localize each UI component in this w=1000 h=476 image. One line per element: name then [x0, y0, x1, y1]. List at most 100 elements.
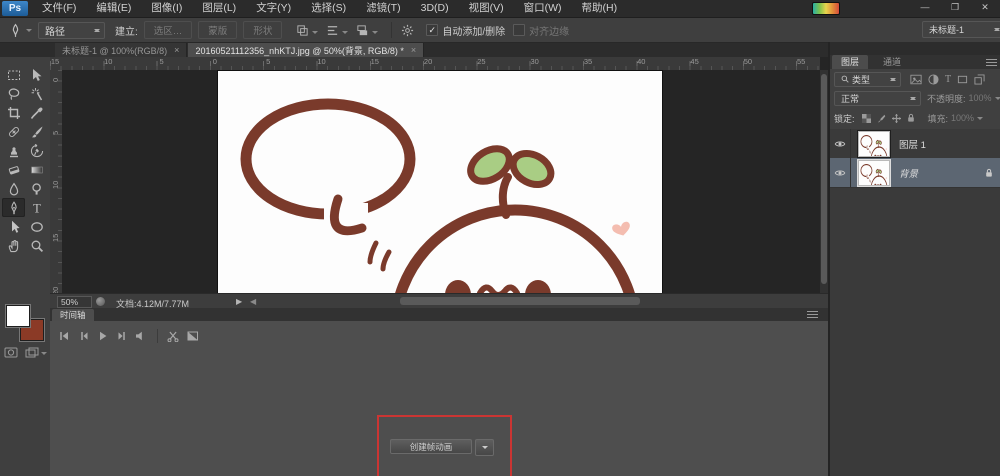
- close-button[interactable]: ✕: [970, 0, 1000, 15]
- lock-transparency-icon[interactable]: [862, 114, 871, 123]
- visibility-eye-icon[interactable]: [830, 129, 851, 158]
- magic-wand-tool[interactable]: [25, 84, 48, 103]
- quick-mask-icon[interactable]: [4, 347, 18, 358]
- filter-adjustment-layers-icon[interactable]: [928, 74, 939, 85]
- audio-button[interactable]: [134, 330, 146, 342]
- zoom-level-field[interactable]: 50%: [57, 296, 92, 308]
- clone-stamp-tool[interactable]: [2, 141, 25, 160]
- foreground-color-swatch[interactable]: [6, 305, 30, 327]
- opacity-value[interactable]: 100%: [969, 93, 992, 103]
- first-frame-button[interactable]: [58, 330, 70, 342]
- lasso-tool[interactable]: [2, 84, 25, 103]
- filter-pixel-layers-icon[interactable]: [910, 74, 922, 85]
- align-edges-option[interactable]: 对齐边缘: [513, 23, 569, 38]
- tab-channels[interactable]: 通道: [874, 55, 910, 69]
- tool-preset-select[interactable]: 路径: [38, 22, 105, 39]
- colorful-plugin-badge[interactable]: [812, 2, 840, 15]
- spot-healing-brush-tool[interactable]: [2, 122, 25, 141]
- type-icon: T: [30, 201, 44, 215]
- path-alignment-icon[interactable]: [326, 24, 348, 37]
- transition-button[interactable]: [186, 330, 199, 342]
- gradient-tool[interactable]: [25, 160, 48, 179]
- layer-thumbnail[interactable]: [858, 160, 890, 186]
- menu-item-5[interactable]: 选择(S): [301, 0, 356, 17]
- fill-value[interactable]: 100%: [951, 113, 974, 123]
- path-operations-icon[interactable]: [296, 24, 318, 37]
- menu-item-2[interactable]: 图像(I): [141, 0, 192, 17]
- visibility-eye-icon[interactable]: [830, 158, 851, 187]
- filter-smart-object-icon[interactable]: [974, 74, 985, 85]
- close-icon[interactable]: ×: [174, 45, 179, 55]
- menu-item-8[interactable]: 视图(V): [459, 0, 514, 17]
- menu-item-9[interactable]: 窗口(W): [514, 0, 572, 17]
- lock-position-icon[interactable]: [892, 114, 901, 123]
- crop-tool[interactable]: [2, 103, 25, 122]
- previous-frame-button[interactable]: [77, 330, 89, 342]
- menu-item-7[interactable]: 3D(D): [411, 0, 459, 17]
- vertical-scrollbar[interactable]: [820, 70, 828, 293]
- minimize-button[interactable]: —: [910, 0, 940, 15]
- make-selection-button[interactable]: 选区…: [144, 21, 193, 39]
- next-frame-button[interactable]: [115, 330, 127, 342]
- type-tool[interactable]: T: [25, 198, 48, 217]
- screen-mode-icon[interactable]: [25, 347, 47, 358]
- eraser-tool[interactable]: [2, 160, 25, 179]
- workspace-value: 未标题-1: [929, 23, 964, 36]
- menu-item-6[interactable]: 滤镜(T): [356, 0, 410, 17]
- horizontal-scrollbar-thumb[interactable]: [400, 297, 640, 305]
- brush-tool[interactable]: [25, 122, 48, 141]
- layer-row-layer1[interactable]: 图层 1: [830, 129, 1000, 159]
- document-tab-image[interactable]: 20160521112356_nhKTJ.jpg @ 50%(背景, RGB/8…: [188, 43, 424, 57]
- layer-filter-select[interactable]: 类型: [834, 72, 901, 87]
- hand-tool[interactable]: [2, 236, 25, 255]
- rectangular-marquee-tool[interactable]: [2, 65, 25, 84]
- canvas-image[interactable]: [218, 71, 662, 293]
- lock-all-icon[interactable]: [907, 113, 915, 123]
- auto-add-delete-option[interactable]: ✓ 自动添加/删除: [426, 23, 505, 38]
- layer-row-background[interactable]: 背景: [830, 158, 1000, 188]
- move-tool[interactable]: [25, 65, 48, 84]
- blend-mode-select[interactable]: 正常: [834, 91, 921, 106]
- document-tab-untitled[interactable]: 未标题-1 @ 100%(RGB/8) ×: [55, 43, 187, 57]
- restore-button[interactable]: ❐: [940, 0, 970, 15]
- panel-menu-icon[interactable]: [986, 59, 997, 66]
- status-expand-arrow[interactable]: ▶: [236, 297, 242, 306]
- menu-item-4[interactable]: 文字(Y): [246, 0, 301, 17]
- ruler-label: 10: [51, 180, 60, 188]
- scrollbar-left-arrow[interactable]: ◀: [250, 297, 256, 306]
- menu-item-1[interactable]: 编辑(E): [86, 0, 141, 17]
- layer-name[interactable]: 图层 1: [899, 137, 926, 151]
- close-icon[interactable]: ×: [411, 45, 416, 55]
- split-button[interactable]: [166, 330, 179, 342]
- ellipse-shape-tool[interactable]: [25, 217, 48, 236]
- path-selection-tool[interactable]: [2, 217, 25, 236]
- workspace-switcher[interactable]: 未标题-1: [922, 21, 1000, 38]
- gear-icon[interactable]: [401, 24, 414, 37]
- blur-tool[interactable]: [2, 179, 25, 198]
- layer-thumbnail[interactable]: [858, 131, 890, 157]
- zoom-tool[interactable]: [25, 236, 48, 255]
- dodge-tool[interactable]: [25, 179, 48, 198]
- path-arrangement-icon[interactable]: [356, 24, 378, 37]
- lock-pixels-icon[interactable]: [877, 114, 886, 123]
- eyedropper-tool[interactable]: [25, 103, 48, 122]
- pen-tool[interactable]: [2, 198, 25, 217]
- tab-layers[interactable]: 图层: [832, 55, 868, 69]
- divider: [391, 22, 392, 38]
- play-button[interactable]: [96, 330, 108, 342]
- menu-item-3[interactable]: 图层(L): [192, 0, 246, 17]
- horizontal-ruler[interactable]: 151050510152025303540455055: [50, 57, 820, 71]
- timeline-tab[interactable]: 时间轴: [52, 309, 94, 321]
- current-tool-dropdown[interactable]: [8, 23, 32, 38]
- vertical-scrollbar-thumb[interactable]: [821, 74, 827, 284]
- menu-item-0[interactable]: 文件(F): [32, 0, 86, 17]
- filter-shape-layers-icon[interactable]: [957, 74, 968, 85]
- ruler-label: 15: [51, 57, 59, 66]
- history-brush-tool[interactable]: [25, 141, 48, 160]
- menu-item-10[interactable]: 帮助(H): [572, 0, 628, 17]
- layer-name[interactable]: 背景: [899, 166, 918, 180]
- filter-type-layers-icon[interactable]: T: [945, 74, 951, 85]
- panel-menu-icon[interactable]: [807, 311, 818, 318]
- make-mask-button[interactable]: 蒙版: [198, 21, 237, 39]
- make-shape-button[interactable]: 形状: [243, 21, 282, 39]
